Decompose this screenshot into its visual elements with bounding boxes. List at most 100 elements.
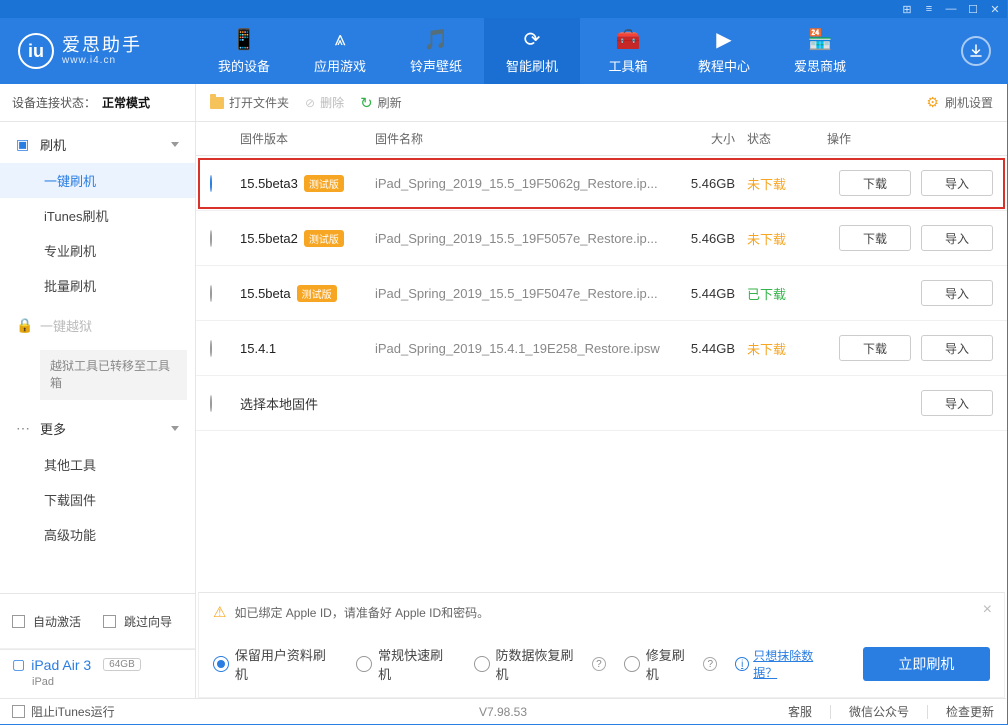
sidebar-item-flash-1[interactable]: iTunes刷机	[0, 198, 195, 233]
local-firmware-row[interactable]: 选择本地固件 导入	[196, 376, 1007, 431]
sidebar-item-flash-0[interactable]: 一键刷机	[0, 163, 195, 198]
nav-label: 应用游戏	[314, 56, 366, 75]
sidebar-item-flash-2[interactable]: 专业刷机	[0, 233, 195, 268]
refresh-button[interactable]: ↻ 刷新	[360, 94, 402, 112]
sidebar-group-more[interactable]: ⋯ 更多	[0, 410, 195, 447]
sidebar-item-more-2[interactable]: 高级功能	[0, 517, 195, 552]
block-itunes-checkbox[interactable]	[12, 705, 25, 718]
firmware-version: 15.5beta2测试版	[240, 230, 375, 247]
nav-icon: 📱	[232, 28, 257, 52]
nav-label: 我的设备	[218, 56, 270, 75]
nav-icon: ▶	[716, 28, 731, 52]
open-folder-button[interactable]: 打开文件夹	[210, 94, 289, 111]
firmware-radio[interactable]	[210, 285, 212, 302]
flash-option-radio[interactable]	[356, 656, 372, 672]
lock-icon: 🔒	[16, 317, 32, 334]
firmware-filename: iPad_Spring_2019_15.5_19F5062g_Restore.i…	[375, 176, 667, 191]
firmware-radio[interactable]	[210, 230, 212, 247]
settings-button[interactable]: ⚙ 刷机设置	[926, 94, 993, 111]
nav-label: 铃声壁纸	[410, 56, 462, 75]
firmware-radio[interactable]	[210, 175, 212, 192]
flash-option-radio[interactable]	[474, 656, 490, 672]
notice-close-button[interactable]: ×	[983, 601, 992, 619]
download-button[interactable]: 下载	[839, 335, 911, 361]
flash-option-0[interactable]: 保留用户资料刷机	[213, 645, 338, 683]
th-name: 固件名称	[375, 130, 667, 147]
wechat-link[interactable]: 微信公众号	[849, 703, 909, 720]
connection-prefix: 设备连接状态：	[12, 94, 96, 111]
refresh-label: 刷新	[378, 94, 402, 111]
device-icon: ▢	[12, 656, 25, 673]
sidebar-item-more-1[interactable]: 下载固件	[0, 482, 195, 517]
download-button[interactable]: 下载	[839, 225, 911, 251]
help-icon[interactable]: ?	[592, 657, 606, 671]
sidebar: 设备连接状态： 正常模式 ▣ 刷机 一键刷机iTunes刷机专业刷机批量刷机 🔒…	[0, 84, 196, 698]
connection-mode: 正常模式	[102, 94, 150, 111]
firmware-filename: iPad_Spring_2019_15.4.1_19E258_Restore.i…	[375, 341, 667, 356]
erase-link-text: 只想抹除数据？	[753, 647, 837, 681]
help-icon[interactable]: ?	[703, 657, 717, 671]
sidebar-group-flash[interactable]: ▣ 刷机	[0, 126, 195, 163]
nav-item-0[interactable]: 📱 我的设备	[196, 18, 292, 84]
nav-item-6[interactable]: 🏪 爱思商城	[772, 18, 868, 84]
nav-label: 智能刷机	[506, 56, 558, 75]
device-info[interactable]: ▢ iPad Air 3 64GB iPad	[0, 649, 195, 698]
flash-option-radio[interactable]	[624, 656, 640, 672]
minimize-button[interactable]: —	[943, 2, 959, 16]
import-button[interactable]: 导入	[921, 280, 993, 306]
skip-guide-checkbox[interactable]	[103, 615, 116, 628]
th-status: 状态	[747, 130, 823, 147]
erase-data-link[interactable]: i 只想抹除数据？	[735, 647, 836, 681]
auto-activate-label: 自动激活	[33, 613, 81, 630]
nav-icon: ⩓	[334, 28, 345, 52]
delete-icon: ⊘	[305, 96, 315, 110]
firmware-filename: iPad_Spring_2019_15.5_19F5057e_Restore.i…	[375, 231, 667, 246]
sidebar-item-flash-3[interactable]: 批量刷机	[0, 268, 195, 303]
auto-activate-checkbox[interactable]	[12, 615, 25, 628]
import-button[interactable]: 导入	[921, 335, 993, 361]
firmware-row[interactable]: 15.4.1 iPad_Spring_2019_15.4.1_19E258_Re…	[196, 321, 1007, 376]
main-panel: 打开文件夹 ⊘ 删除 ↻ 刷新 ⚙ 刷机设置 固件版本 固件名称 大小 状态 操…	[196, 84, 1007, 698]
firmware-row[interactable]: 15.5beta测试版 iPad_Spring_2019_15.5_19F504…	[196, 266, 1007, 321]
sidebar-group-jailbreak[interactable]: 🔒 一键越狱	[0, 307, 195, 344]
beta-tag: 测试版	[304, 175, 344, 192]
import-button[interactable]: 导入	[921, 170, 993, 196]
nav-item-1[interactable]: ⩓ 应用游戏	[292, 18, 388, 84]
sidebar-group-more-label: 更多	[40, 419, 66, 438]
flash-option-radio[interactable]	[213, 656, 229, 672]
nav-item-2[interactable]: 🎵 铃声壁纸	[388, 18, 484, 84]
maximize-button[interactable]: ☐	[965, 2, 981, 16]
support-link[interactable]: 客服	[788, 703, 812, 720]
check-update-link[interactable]: 检查更新	[946, 703, 994, 720]
titlebar-grid-icon[interactable]: ⊞	[899, 2, 915, 16]
sidebar-group-jailbreak-label: 一键越狱	[40, 316, 92, 335]
jailbreak-note[interactable]: 越狱工具已转移至工具箱	[40, 350, 187, 400]
import-local-button[interactable]: 导入	[921, 390, 993, 416]
caret-down-icon	[171, 142, 179, 147]
flash-option-3[interactable]: 修复刷机 ?	[624, 645, 717, 683]
download-button[interactable]: 下载	[839, 170, 911, 196]
nav-icon: 🏪	[808, 28, 833, 52]
close-button[interactable]: ✕	[987, 2, 1003, 16]
firmware-radio[interactable]	[210, 340, 212, 357]
firmware-status: 未下载	[747, 174, 823, 193]
flash-now-button[interactable]: 立即刷机	[863, 647, 990, 681]
firmware-row[interactable]: 15.5beta2测试版 iPad_Spring_2019_15.5_19F50…	[196, 211, 1007, 266]
titlebar-menu-icon[interactable]: ≡	[921, 2, 937, 16]
flash-option-1[interactable]: 常规快速刷机	[356, 645, 455, 683]
nav-item-4[interactable]: 🧰 工具箱	[580, 18, 676, 84]
radio-local[interactable]	[210, 395, 212, 412]
import-button[interactable]: 导入	[921, 225, 993, 251]
nav-item-3[interactable]: ⟳ 智能刷机	[484, 18, 580, 84]
sidebar-item-more-0[interactable]: 其他工具	[0, 447, 195, 482]
delete-button: ⊘ 删除	[305, 94, 344, 111]
device-type: iPad	[32, 676, 183, 688]
flash-option-2[interactable]: 防数据恢复刷机 ?	[474, 645, 606, 683]
downloads-icon[interactable]	[961, 36, 991, 66]
firmware-status: 已下载	[747, 284, 823, 303]
firmware-row[interactable]: 15.5beta3测试版 iPad_Spring_2019_15.5_19F50…	[196, 156, 1007, 211]
refresh-icon: ↻	[360, 94, 373, 112]
app-logo[interactable]: iu 爱思助手 www.i4.cn	[0, 33, 196, 69]
nav-item-5[interactable]: ▶ 教程中心	[676, 18, 772, 84]
nav-icon: 🧰	[616, 28, 641, 52]
